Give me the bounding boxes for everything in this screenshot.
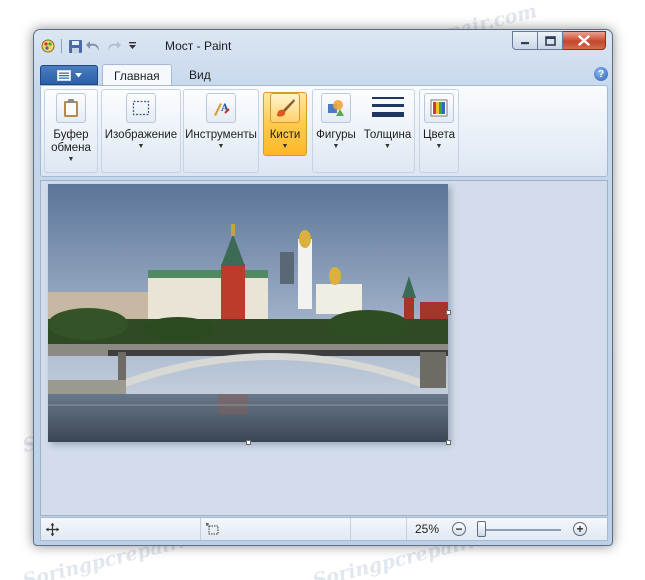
image-label: Изображение: [104, 129, 178, 141]
chevron-down-icon: ▼: [435, 143, 443, 150]
title-bar: Мост - Paint: [34, 30, 612, 60]
chevron-down-icon: ▼: [137, 143, 145, 150]
close-button[interactable]: [563, 31, 606, 50]
brushes-label: Кисти: [269, 129, 301, 141]
status-bar: 25% − +: [40, 517, 608, 541]
save-icon[interactable]: [67, 38, 83, 54]
resize-handle-right[interactable]: [446, 310, 451, 315]
minimize-button[interactable]: [512, 31, 538, 50]
image-group: Изображение ▼: [101, 89, 181, 173]
colors-label: Цвета: [422, 129, 456, 141]
line-size-icon: [370, 93, 406, 123]
shapes-button[interactable]: Фигуры ▼: [313, 93, 359, 150]
help-icon[interactable]: ?: [594, 67, 608, 81]
clipboard-icon: [56, 93, 86, 123]
ribbon-tab-strip: Главная Вид ?: [40, 63, 608, 86]
cursor-position-cell: [41, 518, 201, 540]
chevron-down-icon: ▼: [332, 143, 340, 150]
chevron-down-icon: [74, 72, 82, 77]
tools-icon: A: [206, 93, 236, 123]
file-size-cell: [351, 518, 407, 540]
selection-size-icon: [206, 522, 219, 534]
zoom-out-button[interactable]: −: [452, 522, 466, 536]
shapes-group: Фигуры ▼ Толщина ▼: [312, 89, 415, 173]
paint-window: Мост - Paint Главная Вид ? Буфер обмена …: [33, 29, 613, 546]
tools-group: A Инструменты ▼: [183, 89, 259, 173]
redo-icon[interactable]: [105, 38, 121, 54]
menu-icon: [56, 69, 71, 81]
qat-separator: [61, 39, 62, 53]
paint-menu-button[interactable]: [40, 65, 98, 85]
tools-button[interactable]: A Инструменты ▼: [184, 93, 258, 150]
chevron-down-icon: ▼: [67, 156, 75, 163]
window-title: Мост - Paint: [165, 39, 232, 53]
colors-button[interactable]: Цвета ▼: [420, 93, 458, 150]
resize-handle-corner[interactable]: [446, 440, 451, 445]
quick-access-toolbar: [40, 38, 140, 54]
resize-handle-bottom[interactable]: [246, 440, 251, 445]
brush-icon: [270, 93, 300, 123]
chevron-down-icon: ▼: [384, 143, 391, 150]
zoom-in-button[interactable]: +: [573, 522, 587, 536]
zoom-slider-thumb[interactable]: [477, 521, 486, 537]
tools-label: Инструменты: [185, 129, 257, 141]
zoom-percentage: 25%: [415, 522, 440, 536]
ribbon-panel: Буфер обмена ▼ Изображение ▼ A Инструмен…: [40, 85, 608, 177]
image-select-icon: [126, 93, 156, 123]
brushes-group: Кисти ▼: [262, 89, 310, 173]
customize-qat-icon[interactable]: [124, 38, 140, 54]
undo-icon[interactable]: [86, 38, 102, 54]
kremlin-bridge-photo: [48, 184, 448, 442]
brushes-button[interactable]: Кисти ▼: [263, 92, 307, 156]
clipboard-label: Буфер обмена: [51, 129, 91, 154]
paint-app-icon[interactable]: [40, 38, 56, 54]
image-button[interactable]: Изображение ▼: [102, 93, 180, 150]
clipboard-button[interactable]: Буфер обмена ▼: [45, 93, 97, 163]
tab-home[interactable]: Главная: [102, 64, 172, 86]
line-size-button[interactable]: Толщина ▼: [361, 93, 414, 150]
tab-view[interactable]: Вид: [178, 64, 222, 86]
chevron-down-icon: ▼: [281, 143, 289, 150]
cursor-position-icon: [46, 522, 59, 536]
line-size-label: Толщина: [363, 129, 412, 141]
colors-icon: [424, 93, 454, 123]
zoom-slider-track[interactable]: [479, 529, 561, 531]
caption-buttons: [512, 31, 606, 50]
canvas-area[interactable]: [40, 180, 608, 516]
selection-size-cell: [201, 518, 351, 540]
colors-group: Цвета ▼: [419, 89, 459, 173]
maximize-button[interactable]: [538, 31, 563, 50]
shapes-label: Фигуры: [316, 129, 356, 141]
canvas-image[interactable]: [48, 184, 448, 442]
shapes-icon: [321, 93, 351, 123]
clipboard-group: Буфер обмена ▼: [44, 89, 98, 173]
chevron-down-icon: ▼: [217, 143, 225, 150]
